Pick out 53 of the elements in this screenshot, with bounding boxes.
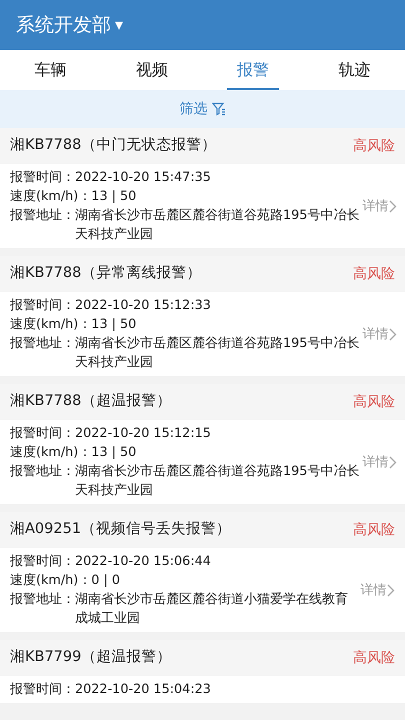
field-value: 13 | 50: [91, 316, 136, 334]
chevron-right-icon: [388, 456, 397, 468]
chevron-right-icon: [388, 328, 397, 340]
alarm-title: 湘A09251（视频信号丢失报警）: [10, 520, 232, 540]
field-label: 报警地址：: [10, 335, 75, 353]
filter-icon: [212, 102, 226, 116]
risk-level: 高风险: [353, 648, 395, 668]
caret-icon: ▾: [115, 13, 124, 37]
filter-button[interactable]: 筛选: [180, 98, 226, 120]
field-value: 2022-10-20 15:06:44: [75, 553, 211, 571]
field-label: 报警地址：: [10, 591, 75, 609]
field-label: 报警时间：: [10, 553, 75, 571]
field-value: 0 | 0: [91, 572, 120, 590]
field-label: 报警时间：: [10, 169, 75, 187]
field-value: 13 | 50: [91, 444, 136, 462]
tab[interactable]: 报警: [202, 50, 304, 90]
department-dropdown[interactable]: 系统开发部 ▾: [16, 10, 124, 40]
chevron-right-icon: [388, 200, 397, 212]
detail-link[interactable]: 详情: [362, 452, 399, 472]
tab[interactable]: 车辆: [0, 50, 102, 90]
tab[interactable]: 视频: [101, 50, 202, 90]
field-value: 湖南省长沙市岳麓区麓谷街道谷苑路195号中冶长天科技产业园: [75, 463, 360, 500]
risk-level: 高风险: [353, 264, 395, 284]
field-value: 2022-10-20 15:04:23: [75, 681, 211, 699]
field-label: 报警时间：: [10, 425, 75, 443]
field-label: 报警时间：: [10, 681, 75, 699]
field-value: 2022-10-20 15:12:15: [75, 425, 211, 443]
field-value: 湖南省长沙市岳麓区麓谷街道谷苑路195号中冶长天科技产业园: [75, 335, 360, 372]
field-value: 湖南省长沙市岳麓区麓谷街道小猫爱学在线教育成城工业园: [75, 590, 349, 628]
risk-level: 高风险: [353, 520, 395, 540]
detail-link[interactable]: 详情: [362, 324, 399, 344]
alarm-title: 湘KB7799（超温报警）: [10, 648, 172, 668]
field-value: 2022-10-20 15:47:35: [75, 169, 211, 187]
field-value: 13 | 50: [91, 188, 136, 206]
alarm-title: 湘KB7788（中门无状态报警）: [10, 136, 216, 156]
field-label: 速度(km/h)：: [10, 316, 92, 334]
field-label: 报警时间：: [10, 297, 75, 315]
field-label: 速度(km/h)：: [10, 572, 92, 590]
tab-underline: [227, 88, 280, 90]
risk-level: 高风险: [353, 392, 395, 412]
risk-level: 高风险: [353, 136, 395, 156]
field-label: 速度(km/h)：: [10, 188, 92, 206]
detail-link[interactable]: 详情: [360, 580, 399, 600]
field-label: 速度(km/h)：: [10, 444, 92, 462]
alarm-title: 湘KB7788（异常离线报警）: [10, 264, 202, 284]
alarm-title: 湘KB7788（超温报警）: [10, 392, 172, 412]
detail-link[interactable]: 详情: [362, 196, 399, 216]
field-value: 湖南省长沙市岳麓区麓谷街道谷苑路195号中冶长天科技产业园: [75, 207, 360, 244]
field-value: 2022-10-20 15:12:33: [75, 297, 211, 315]
chevron-right-icon: [386, 584, 395, 596]
field-label: 报警地址：: [10, 207, 75, 225]
tab[interactable]: 轨迹: [304, 50, 405, 90]
field-label: 报警地址：: [10, 463, 75, 481]
